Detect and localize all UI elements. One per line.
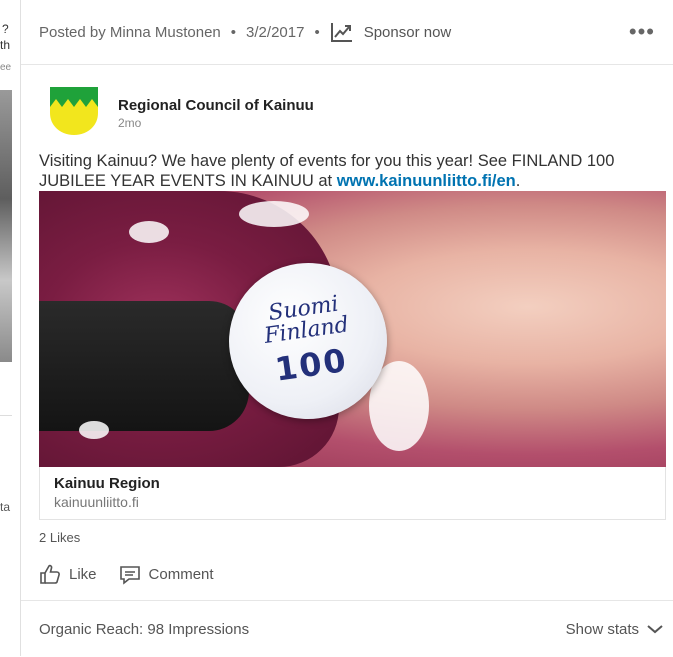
snow-patch bbox=[129, 221, 169, 243]
post-actions: Like Comment bbox=[39, 563, 236, 585]
snow-patch bbox=[239, 201, 309, 227]
post-link[interactable]: www.kainuunliitto.fi/en bbox=[337, 172, 516, 190]
divider bbox=[0, 415, 12, 416]
stats-bar: Organic Reach: 98 Impressions Show stats bbox=[21, 600, 673, 657]
post-text: Visiting Kainuu? We have plenty of event… bbox=[21, 145, 673, 191]
posted-by-text: Posted by Minna Mustonen bbox=[39, 23, 221, 41]
post-end: . bbox=[515, 172, 521, 190]
more-options-button[interactable]: ••• bbox=[629, 21, 655, 43]
comment-label: Comment bbox=[148, 565, 214, 583]
likes-count[interactable]: 2 Likes bbox=[39, 530, 80, 545]
post-age: 2mo bbox=[118, 116, 142, 130]
organic-reach: Organic Reach: 98 Impressions bbox=[39, 620, 250, 638]
post-card: Posted by Minna Mustonen • 3/2/2017 • Sp… bbox=[20, 0, 673, 656]
post-header: Posted by Minna Mustonen • 3/2/2017 • Sp… bbox=[21, 0, 673, 65]
kainuu-crest-icon bbox=[50, 87, 98, 135]
separator-dot: • bbox=[230, 23, 237, 41]
author-name[interactable]: Regional Council of Kainuu bbox=[118, 97, 314, 114]
left-clipped-column: ? th ee ta bbox=[0, 0, 20, 656]
organization-logo[interactable] bbox=[48, 85, 100, 137]
comment-button[interactable]: Comment bbox=[119, 563, 214, 585]
separator-dot: • bbox=[314, 23, 320, 41]
glove-cuff-shape bbox=[39, 301, 249, 431]
snow-patch bbox=[79, 421, 109, 439]
thumbs-up-icon bbox=[40, 564, 60, 584]
link-preview[interactable]: Kainuu Region kainuunliitto.fi bbox=[39, 467, 666, 520]
show-stats-label: Show stats bbox=[565, 620, 639, 638]
clipped-text-fragment: ee bbox=[0, 62, 12, 73]
post-date: 3/2/2017 bbox=[246, 23, 305, 41]
author-row: Regional Council of Kainuu 2mo bbox=[21, 65, 673, 145]
clipped-text-fragment: ta bbox=[0, 500, 11, 514]
comment-icon bbox=[119, 566, 140, 585]
trend-chart-icon bbox=[330, 23, 352, 42]
chevron-down-icon bbox=[647, 625, 663, 634]
clipped-text-fragment: ? bbox=[2, 22, 9, 36]
like-label: Like bbox=[69, 565, 97, 583]
sponsor-now-label: Sponsor now bbox=[363, 23, 452, 41]
clipped-text-fragment: th bbox=[0, 38, 11, 52]
link-preview-title: Kainuu Region bbox=[54, 475, 160, 492]
sponsor-now-button[interactable]: Sponsor now bbox=[330, 21, 452, 43]
post-image[interactable]: Suomi Finland 100 bbox=[39, 191, 666, 467]
show-stats-button[interactable]: Show stats bbox=[566, 621, 663, 638]
post-body: Visiting Kainuu? We have plenty of event… bbox=[39, 152, 615, 190]
clipped-image bbox=[0, 90, 12, 362]
link-preview-domain: kainuunliitto.fi bbox=[54, 494, 139, 510]
like-button[interactable]: Like bbox=[39, 563, 97, 585]
badge-text-3: 100 bbox=[272, 340, 351, 389]
